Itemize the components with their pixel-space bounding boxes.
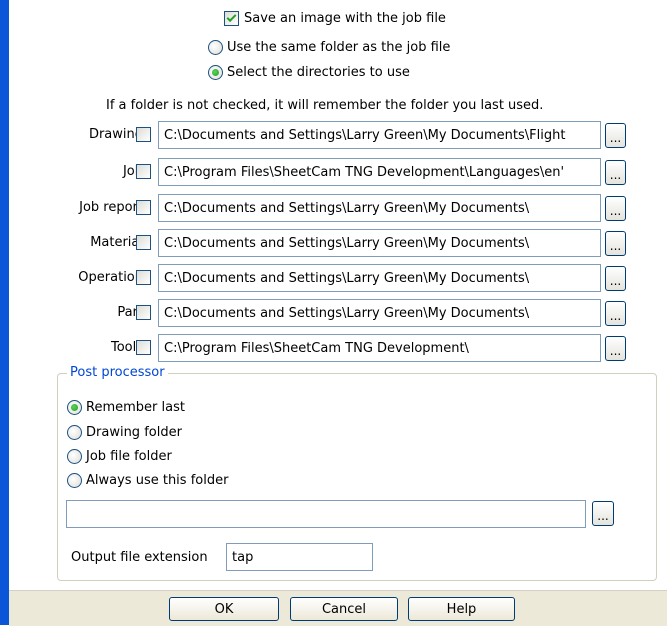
window-left-border (0, 0, 9, 625)
directory-path-input[interactable]: C:\Documents and Settings\Larry Green\My… (158, 229, 601, 257)
directory-checkbox[interactable] (136, 305, 151, 320)
select-directories-radio[interactable] (208, 65, 223, 80)
cancel-button[interactable]: Cancel (290, 597, 398, 621)
always-folder-radio[interactable] (67, 473, 82, 488)
drawing-folder-radio[interactable] (67, 425, 82, 440)
post-option-drawing-folder[interactable]: Drawing folder (67, 425, 182, 440)
directory-label: Operation (78, 270, 143, 285)
save-image-checkbox[interactable] (224, 11, 239, 26)
browse-button[interactable]: ... (605, 301, 626, 326)
same-folder-option[interactable]: Use the same folder as the job file (208, 40, 450, 55)
directory-label: Drawing (88, 127, 143, 142)
directory-path-input[interactable]: C:\Documents and Settings\Larry Green\My… (158, 264, 601, 292)
job-file-folder-radio[interactable] (67, 449, 82, 464)
job-file-folder-label: Job file folder (86, 449, 172, 464)
post-option-always-folder[interactable]: Always use this folder (67, 473, 228, 488)
select-directories-label: Select the directories to use (227, 65, 410, 80)
always-folder-label: Always use this folder (86, 473, 229, 488)
directory-path-input[interactable]: C:\Documents and Settings\Larry Green\My… (158, 194, 601, 222)
ok-button[interactable]: OK (169, 597, 279, 621)
directory-checkbox[interactable] (136, 164, 151, 179)
directory-path-input[interactable]: C:\Documents and Settings\Larry Green\My… (158, 121, 601, 149)
browse-button[interactable]: ... (605, 336, 626, 361)
extension-label: Output file extension (71, 550, 208, 565)
extension-input[interactable]: tap (226, 543, 373, 571)
post-option-remember-last[interactable]: Remember last (67, 400, 185, 415)
select-directories-option[interactable]: Select the directories to use (208, 65, 410, 80)
directory-label: Job report (79, 200, 143, 215)
remember-last-label: Remember last (86, 400, 185, 415)
help-button[interactable]: Help (408, 597, 515, 621)
browse-button[interactable]: ... (605, 196, 626, 221)
directory-checkbox[interactable] (136, 270, 151, 285)
directory-path-input[interactable]: C:\Program Files\SheetCam TNG Developmen… (158, 334, 601, 362)
directory-checkbox[interactable] (136, 340, 151, 355)
browse-button[interactable]: ... (605, 123, 626, 148)
drawing-folder-label: Drawing folder (86, 425, 182, 440)
directory-checkbox[interactable] (136, 127, 151, 142)
post-processor-browse-button[interactable]: ... (592, 501, 614, 526)
directory-checkbox[interactable] (136, 235, 151, 250)
browse-button[interactable]: ... (605, 266, 626, 291)
post-option-job-file-folder[interactable]: Job file folder (67, 449, 172, 464)
directory-path-input[interactable]: C:\Documents and Settings\Larry Green\My… (158, 299, 601, 327)
save-image-label: Save an image with the job file (244, 11, 446, 26)
save-image-option[interactable]: Save an image with the job file (224, 11, 446, 26)
browse-button[interactable]: ... (605, 231, 626, 256)
same-folder-radio[interactable] (208, 40, 223, 55)
same-folder-label: Use the same folder as the job file (227, 40, 451, 55)
directory-checkbox[interactable] (136, 200, 151, 215)
directory-path-input[interactable]: C:\Program Files\SheetCam TNG Developmen… (158, 158, 601, 186)
remember-last-radio[interactable] (67, 400, 82, 415)
post-processor-folder-input[interactable] (66, 500, 586, 528)
folder-hint-text: If a folder is not checked, it will reme… (106, 98, 544, 113)
post-processor-title: Post processor (67, 365, 168, 380)
browse-button[interactable]: ... (605, 160, 626, 185)
